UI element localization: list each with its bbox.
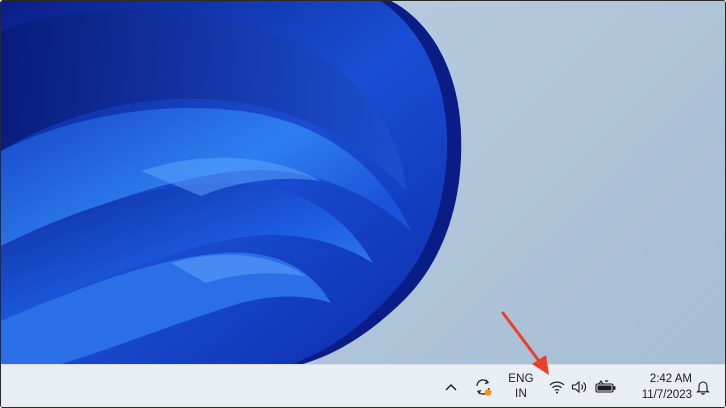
input-language-indicator[interactable]: ENG IN [504,365,538,407]
bloom-wallpaper-art [1,1,462,364]
sync-tray-button[interactable] [471,365,495,407]
wifi-icon [549,380,565,394]
desktop-wallpaper [1,1,725,364]
battery-icon [595,380,617,394]
quick-settings-button[interactable] [547,365,627,407]
clock-date: 11/7/2023 [641,389,692,401]
notification-center-button[interactable] [692,365,714,407]
sync-icon [473,377,493,397]
bell-icon [696,379,710,395]
clock-time: 2:42 AM [649,373,692,385]
show-hidden-icons-button[interactable] [441,365,461,407]
chevron-up-icon [445,383,457,391]
desktop-screen: ENG IN 2:42 AM 11/7/2023 [0,0,726,408]
language-region: IN [515,388,527,400]
clock-date-button[interactable]: 2:42 AM 11/7/2023 [628,365,692,407]
language-code: ENG [508,373,534,385]
taskbar: ENG IN 2:42 AM 11/7/2023 [1,364,725,407]
volume-icon [571,380,589,394]
